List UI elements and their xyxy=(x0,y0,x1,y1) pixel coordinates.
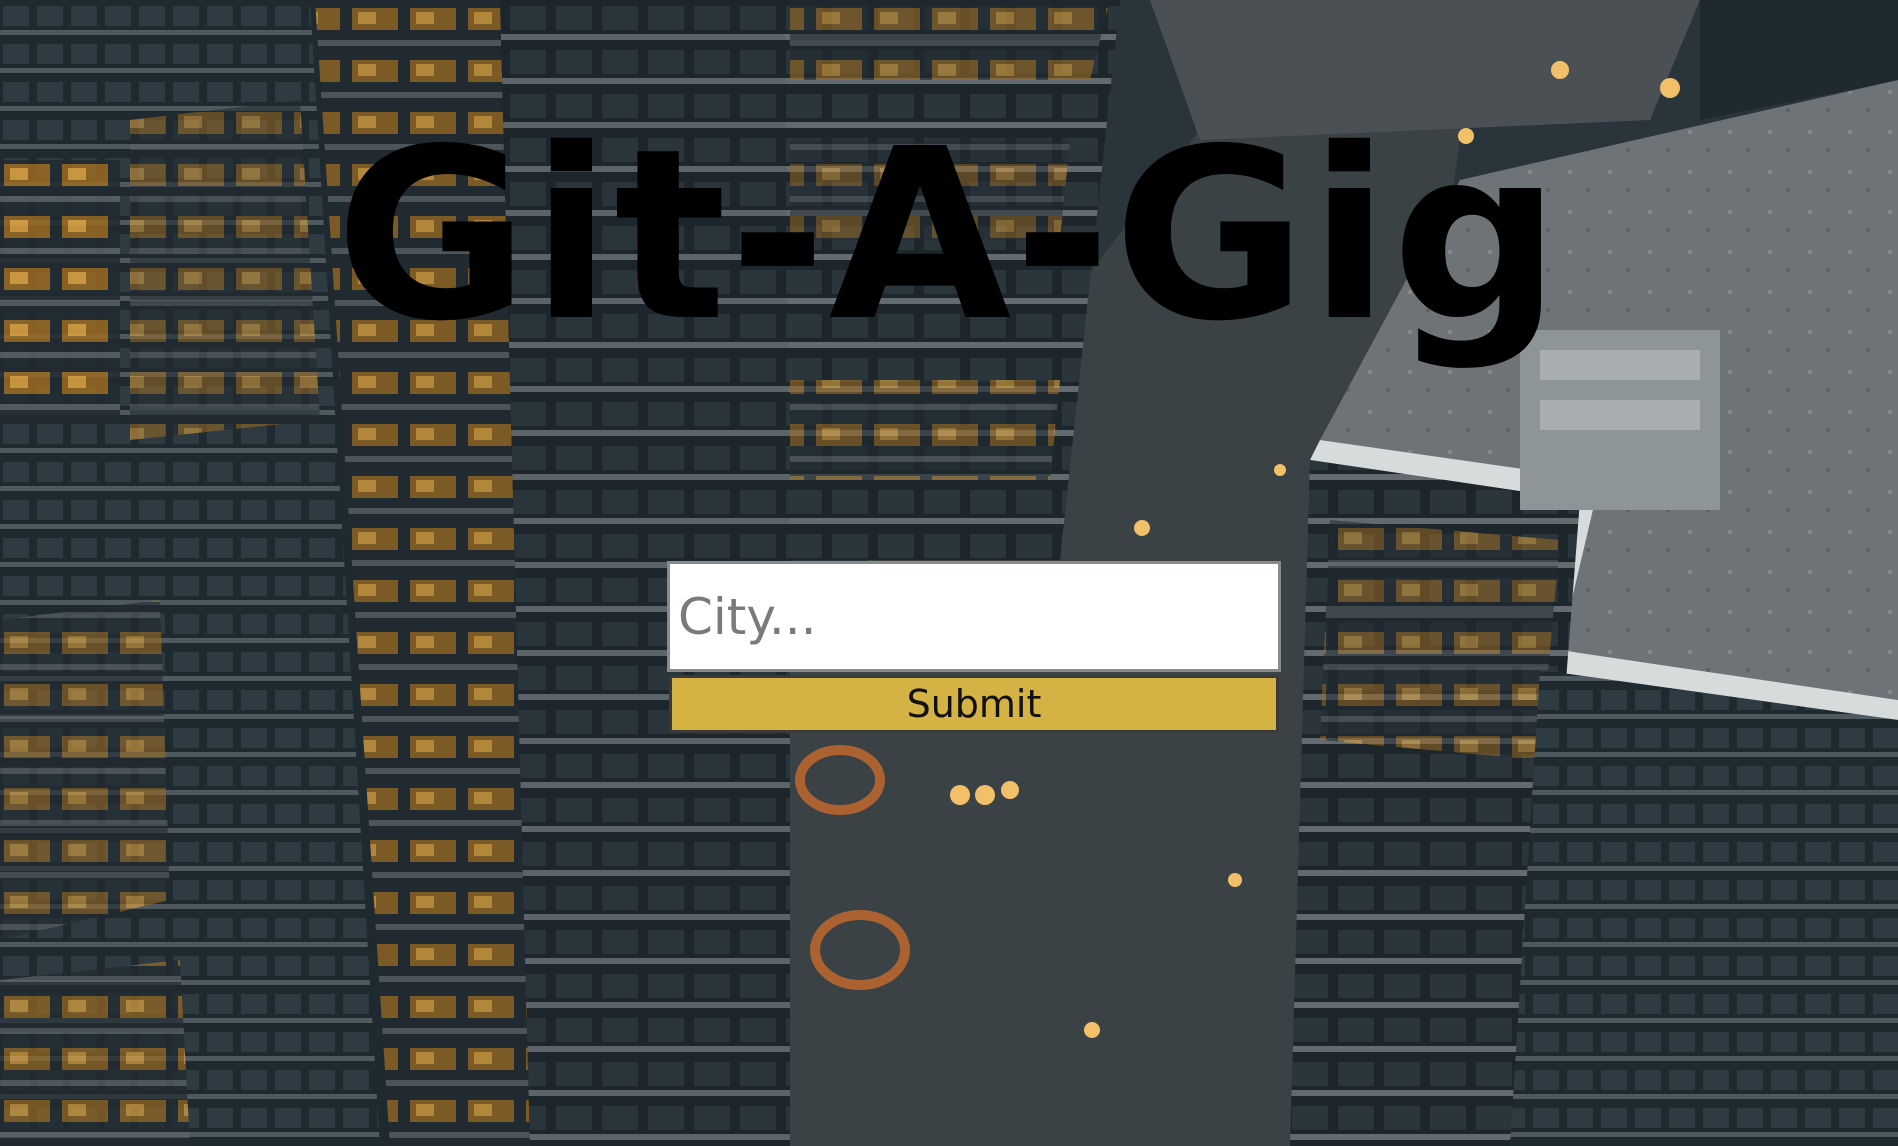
page-title: Git-A-Gig xyxy=(335,98,1563,373)
city-search-form: Submit xyxy=(667,561,1281,733)
submit-button[interactable]: Submit xyxy=(669,675,1279,733)
landing-page: Git-A-Gig Submit xyxy=(0,0,1898,1146)
city-input[interactable] xyxy=(667,561,1281,672)
